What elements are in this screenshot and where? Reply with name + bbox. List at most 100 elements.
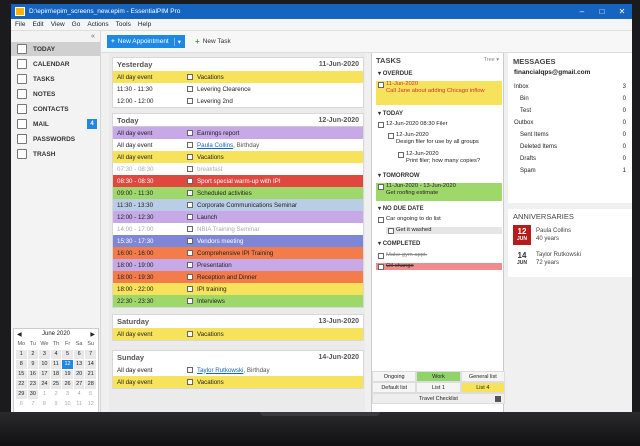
calendar-day[interactable]: 21 <box>85 370 96 379</box>
event-checkbox[interactable] <box>187 74 193 80</box>
event-checkbox[interactable] <box>187 262 193 268</box>
event-row[interactable]: All day event Vacations <box>113 376 363 388</box>
mail-folder[interactable]: Deleted Items 0 <box>508 141 632 153</box>
section-no-due-date[interactable]: ▾ NO DUE DATE <box>372 205 505 214</box>
event-row[interactable]: 15:30 - 17:30 Vendors meeting <box>113 235 363 247</box>
calendar-day[interactable]: 15 <box>16 370 27 379</box>
calendar-day[interactable]: 25 <box>50 380 62 389</box>
mail-folder[interactable]: Spam 1 <box>508 165 632 177</box>
event-checkbox[interactable] <box>187 331 193 337</box>
calendar-day[interactable]: 10 <box>62 400 73 409</box>
event-row[interactable]: 18:00 - 22:00 IPI training <box>113 283 363 295</box>
menu-file[interactable]: File <box>15 21 25 28</box>
event-checkbox[interactable] <box>187 130 193 136</box>
event-row[interactable]: All day event Paula Collins, Birthday <box>113 139 363 151</box>
section-overdue[interactable]: ▾ OVERDUE <box>372 70 505 79</box>
calendar-day[interactable]: 6 <box>73 350 85 359</box>
tab-general-list[interactable]: General list <box>460 371 505 382</box>
calendar-day[interactable]: 14 <box>85 360 96 369</box>
calendar-day[interactable]: 6 <box>16 400 27 409</box>
menu-actions[interactable]: Actions <box>87 21 108 28</box>
section-tomorrow[interactable]: ▾ TOMORROW <box>372 172 505 181</box>
calendar-day[interactable]: 3 <box>62 390 73 399</box>
task-checkbox[interactable] <box>388 133 394 139</box>
sidebar-item-mail[interactable]: MAIL 4 <box>11 117 100 131</box>
mail-folder[interactable]: Sent Items 0 <box>508 129 632 141</box>
menu-tools[interactable]: Tools <box>116 21 131 28</box>
calendar-day[interactable]: 24 <box>39 380 50 389</box>
calendar-day[interactable]: 11 <box>50 360 62 369</box>
event-checkbox[interactable] <box>187 178 193 184</box>
sidebar-item-contacts[interactable]: CONTACTS <box>11 102 100 116</box>
calendar-day[interactable]: 4 <box>50 350 62 359</box>
new-task-button[interactable]: + New Task <box>195 37 231 46</box>
calendar-day[interactable]: 5 <box>85 390 96 399</box>
event-row[interactable]: 07:30 - 08:30 breakfast <box>113 163 363 175</box>
event-checkbox[interactable] <box>187 298 193 304</box>
sidebar-item-tasks[interactable]: TASKS <box>11 72 100 86</box>
calendar-day[interactable]: 1 <box>16 350 27 359</box>
task-checkbox[interactable] <box>398 152 404 158</box>
event-checkbox[interactable] <box>187 202 193 208</box>
calendar-day[interactable]: 27 <box>73 380 85 389</box>
calendar-day[interactable]: 20 <box>73 370 85 379</box>
event-checkbox[interactable] <box>187 367 193 373</box>
mail-account[interactable]: financialqps@gmail.com <box>508 69 632 81</box>
calendar-day[interactable]: 3 <box>39 350 50 359</box>
anniversary-item[interactable]: 14 JUN Taylor Rutkowski 72 years <box>508 247 632 271</box>
calendar-day[interactable]: 4 <box>74 390 85 399</box>
event-row[interactable]: All day event Taylor Rutkowski, Birthday <box>113 364 363 376</box>
section-today[interactable]: ▾ TODAY <box>372 110 505 119</box>
prev-month-icon[interactable]: ◀ <box>17 331 22 338</box>
task-row[interactable]: Oil change <box>376 263 502 270</box>
chevron-down-icon[interactable]: ▾ <box>173 37 181 46</box>
new-appointment-button[interactable]: + New Appointment ▾ <box>107 35 186 48</box>
task-checkbox[interactable] <box>378 253 384 259</box>
event-row[interactable]: 16:00 - 16:00 Comprehensive IPI Training <box>113 247 363 259</box>
calendar-day[interactable]: 28 <box>85 380 96 389</box>
event-row[interactable]: All day event Earnings report <box>113 127 363 139</box>
event-checkbox[interactable] <box>187 154 193 160</box>
calendar-day[interactable]: 7 <box>85 350 96 359</box>
calendar-day[interactable]: 23 <box>27 380 39 389</box>
mail-folder[interactable]: Drafts 0 <box>508 153 632 165</box>
event-checkbox[interactable] <box>187 166 193 172</box>
task-checkbox[interactable] <box>378 122 384 128</box>
event-row[interactable]: All day event Vacations <box>113 71 363 83</box>
event-row[interactable]: 18:00 - 19:30 Reception and Dinner <box>113 271 363 283</box>
event-checkbox[interactable] <box>187 379 193 385</box>
contact-link[interactable]: Paula Collins <box>197 142 233 149</box>
tab-travel-checklist[interactable]: Travel Checklist <box>372 393 505 404</box>
sidebar-item-notes[interactable]: NOTES <box>11 87 100 101</box>
close-button[interactable]: ✕ <box>612 4 632 19</box>
task-checkbox[interactable] <box>378 217 384 223</box>
task-checkbox[interactable] <box>378 264 384 270</box>
calendar-day[interactable]: 9 <box>51 400 62 409</box>
event-checkbox[interactable] <box>187 226 193 232</box>
calendar-day[interactable]: 2 <box>27 350 39 359</box>
event-checkbox[interactable] <box>187 142 193 148</box>
task-row[interactable]: 11-Jun-2020 Call Jane about adding Chica… <box>376 81 502 105</box>
maximize-button[interactable]: □ <box>592 4 612 19</box>
menu-edit[interactable]: Edit <box>32 21 43 28</box>
tab-ongoing[interactable]: Ongoing <box>372 371 417 382</box>
calendar-day[interactable]: 16 <box>27 370 39 379</box>
calendar-day[interactable]: 10 <box>39 360 50 369</box>
calendar-day[interactable]: 12 <box>62 360 73 369</box>
event-checkbox[interactable] <box>187 238 193 244</box>
calendar-day[interactable]: 26 <box>62 380 73 389</box>
event-checkbox[interactable] <box>187 86 193 92</box>
calendar-day[interactable]: 19 <box>62 370 73 379</box>
task-checkbox[interactable] <box>378 184 384 190</box>
event-row[interactable]: 08:30 - 08:30 Sport special warm-up with … <box>113 175 363 187</box>
event-row[interactable]: All day event Vacations <box>113 328 363 340</box>
tab-default-list[interactable]: Default list <box>372 382 417 393</box>
calendar-day[interactable]: 8 <box>39 400 50 409</box>
calendar-day[interactable]: 9 <box>27 360 39 369</box>
calendar-day[interactable]: 11 <box>74 400 85 409</box>
next-month-icon[interactable]: ▶ <box>90 331 95 338</box>
task-row[interactable]: Get it washed <box>386 227 502 234</box>
mail-folder[interactable]: Inbox 3 <box>508 81 632 93</box>
calendar-day[interactable]: 12 <box>85 400 96 409</box>
calendar-day[interactable]: 7 <box>28 400 39 409</box>
